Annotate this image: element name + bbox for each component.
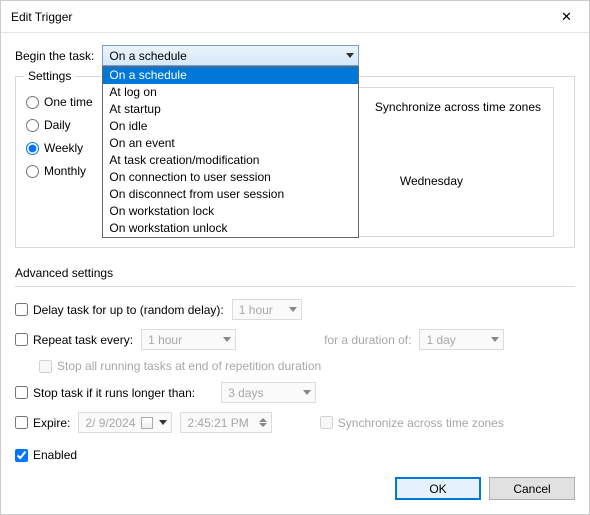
expire-label: Expire: (33, 416, 70, 430)
spinner-up-icon (259, 418, 267, 422)
dropdown-item[interactable]: On an event (103, 135, 358, 152)
stop-all-label: Stop all running tasks at end of repetit… (57, 359, 321, 373)
advanced-group: Delay task for up to (random delay): 1 h… (15, 286, 575, 462)
enabled-checkbox[interactable]: Enabled (15, 448, 77, 462)
enabled-checkbox-input[interactable] (15, 449, 28, 462)
radio-monthly[interactable]: Monthly (26, 164, 105, 178)
expire-checkbox-input[interactable] (15, 416, 28, 429)
repeat-checkbox-input[interactable] (15, 333, 28, 346)
dropdown-item[interactable]: At task creation/modification (103, 152, 358, 169)
expire-checkbox[interactable]: Expire: (15, 416, 70, 430)
stop-if-row: Stop task if it runs longer than: 3 days (15, 382, 575, 403)
close-button[interactable]: ✕ (544, 1, 589, 33)
duration-combo[interactable]: 1 day (419, 329, 504, 350)
radio-weekly-label: Weekly (44, 141, 83, 155)
advanced-title: Advanced settings (15, 266, 575, 280)
settings-group-title: Settings (24, 69, 75, 83)
radio-one-time-input[interactable] (26, 96, 39, 109)
radio-one-time-label: One time (44, 95, 93, 109)
calendar-icon (141, 417, 153, 429)
begin-combo[interactable]: On a schedule On a schedule At log on At… (102, 45, 359, 66)
delay-checkbox[interactable]: Delay task for up to (random delay): (15, 303, 224, 317)
stop-if-label: Stop task if it runs longer than: (33, 386, 195, 400)
chevron-down-icon (346, 53, 354, 58)
ok-button-label: OK (429, 482, 446, 496)
stop-all-checkbox-input (39, 360, 52, 373)
expire-date-value: 2/ 9/2024 (85, 416, 135, 430)
radio-weekly[interactable]: Weekly (26, 141, 105, 155)
delay-value: 1 hour (239, 303, 273, 317)
stop-if-checkbox-input[interactable] (15, 386, 28, 399)
duration-label: for a duration of: (324, 333, 411, 347)
time-spinner[interactable] (259, 418, 267, 427)
delay-checkbox-input[interactable] (15, 303, 28, 316)
radio-daily-input[interactable] (26, 119, 39, 132)
ok-button[interactable]: OK (395, 477, 481, 500)
cancel-button[interactable]: Cancel (489, 477, 575, 500)
expire-time-value: 2:45:21 PM (187, 416, 248, 430)
delay-combo[interactable]: 1 hour (232, 299, 302, 320)
dialog-buttons: OK Cancel (395, 477, 575, 500)
stop-if-value: 3 days (228, 386, 263, 400)
dropdown-item[interactable]: On a schedule (103, 67, 358, 84)
repeat-label: Repeat task every: (33, 333, 133, 347)
enabled-label: Enabled (33, 448, 77, 462)
begin-dropdown: On a schedule At log on At startup On id… (102, 66, 359, 238)
repeat-checkbox[interactable]: Repeat task every: (15, 333, 133, 347)
expire-sync-checkbox-input (320, 416, 333, 429)
repeat-combo[interactable]: 1 hour (141, 329, 236, 350)
begin-combo-box[interactable]: On a schedule (102, 45, 359, 66)
sync-zones-label: Synchronize across time zones (375, 100, 541, 114)
repeat-row: Repeat task every: 1 hour for a duration… (15, 329, 575, 350)
begin-combo-value: On a schedule (109, 49, 186, 63)
expire-sync-label: Synchronize across time zones (338, 416, 504, 430)
expire-time-picker[interactable]: 2:45:21 PM (180, 412, 271, 433)
dropdown-item[interactable]: On connection to user session (103, 169, 358, 186)
expire-row: Expire: 2/ 9/2024 2:45:21 PM Synchronize… (15, 412, 575, 433)
dropdown-item[interactable]: On workstation unlock (103, 220, 358, 237)
enabled-row: Enabled (15, 448, 575, 462)
repeat-value: 1 hour (148, 333, 182, 347)
dropdown-item[interactable]: On disconnect from user session (103, 186, 358, 203)
radio-daily[interactable]: Daily (26, 118, 105, 132)
chevron-down-icon (223, 337, 231, 342)
chevron-down-icon (303, 390, 311, 395)
wednesday-label: Wednesday (400, 174, 463, 188)
radio-monthly-label: Monthly (44, 164, 86, 178)
dropdown-item[interactable]: On workstation lock (103, 203, 358, 220)
schedule-radio-group: One time Daily Weekly Monthly (16, 87, 111, 237)
expire-sync-checkbox: Synchronize across time zones (320, 416, 504, 430)
duration-value: 1 day (426, 333, 455, 347)
expire-date-picker[interactable]: 2/ 9/2024 (78, 412, 172, 433)
stop-all-checkbox: Stop all running tasks at end of repetit… (39, 359, 321, 373)
dropdown-item[interactable]: At startup (103, 101, 358, 118)
radio-one-time[interactable]: One time (26, 95, 105, 109)
begin-label: Begin the task: (15, 49, 94, 63)
radio-monthly-input[interactable] (26, 165, 39, 178)
chevron-down-icon (289, 307, 297, 312)
begin-row: Begin the task: On a schedule On a sched… (15, 45, 575, 66)
close-icon: ✕ (561, 9, 572, 25)
cancel-button-label: Cancel (513, 482, 550, 496)
radio-weekly-input[interactable] (26, 142, 39, 155)
window-title: Edit Trigger (11, 10, 72, 24)
titlebar: Edit Trigger ✕ (1, 1, 589, 33)
dropdown-item[interactable]: At log on (103, 84, 358, 101)
stop-if-combo[interactable]: 3 days (221, 382, 316, 403)
dialog-content: Begin the task: On a schedule On a sched… (1, 33, 589, 472)
spinner-down-icon (259, 423, 267, 427)
delay-label: Delay task for up to (random delay): (33, 303, 224, 317)
chevron-down-icon (159, 420, 167, 425)
dropdown-item[interactable]: On idle (103, 118, 358, 135)
stop-all-row: Stop all running tasks at end of repetit… (39, 359, 575, 373)
delay-row: Delay task for up to (random delay): 1 h… (15, 299, 575, 320)
stop-if-checkbox[interactable]: Stop task if it runs longer than: (15, 386, 195, 400)
radio-daily-label: Daily (44, 118, 71, 132)
chevron-down-icon (491, 337, 499, 342)
